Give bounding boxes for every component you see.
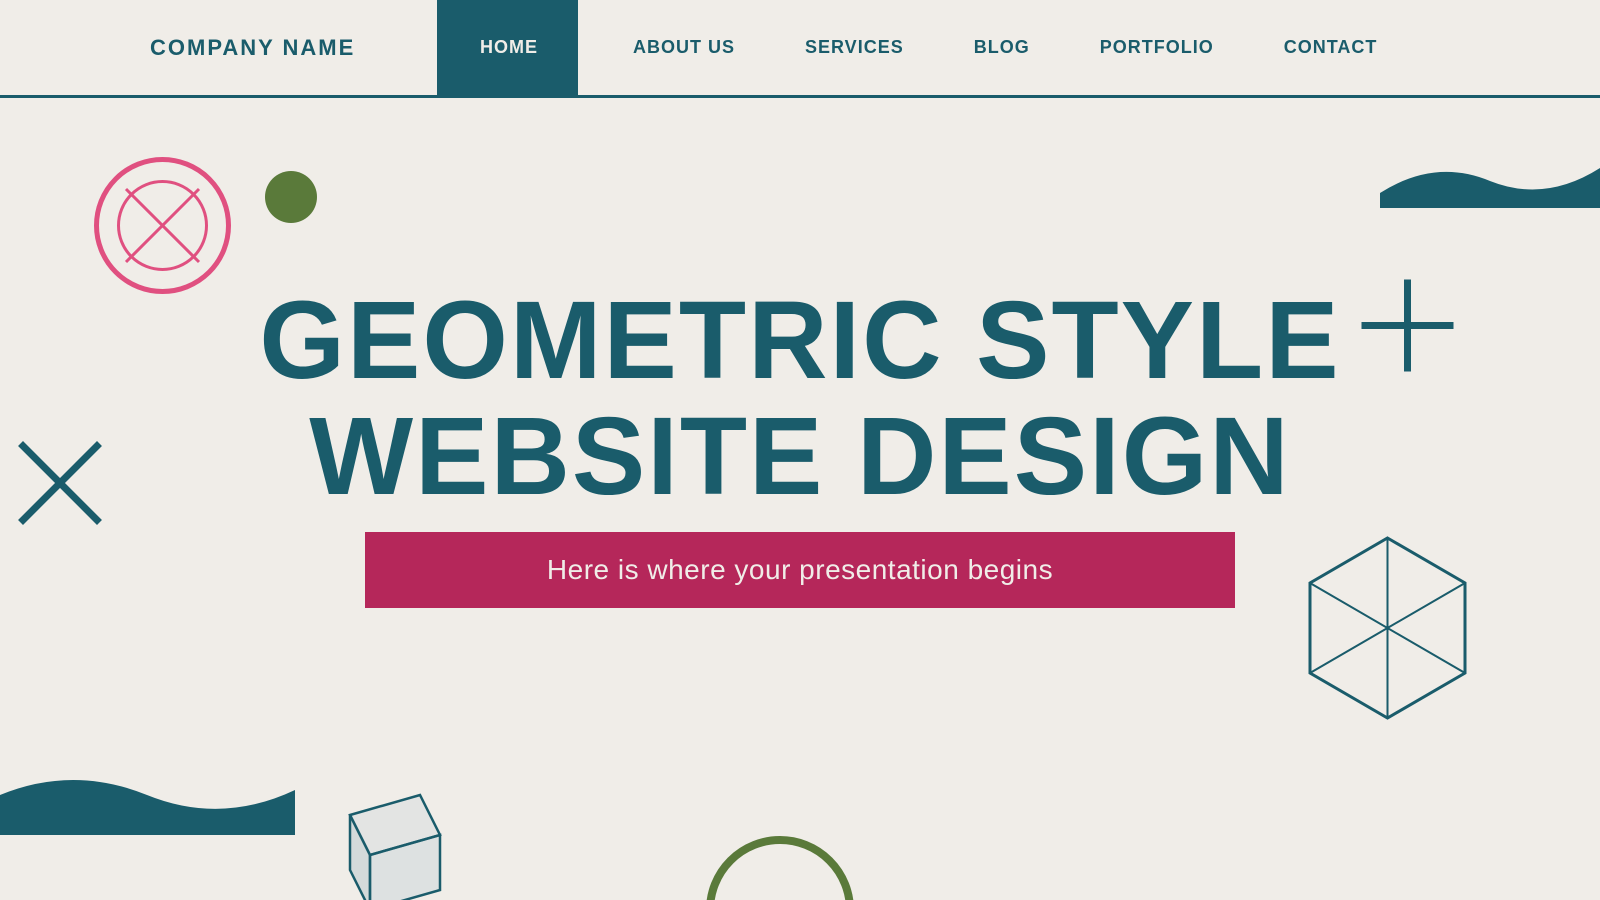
company-name-text: COMPANY NAME — [150, 35, 355, 61]
subtitle-text: Here is where your presentation begins — [547, 554, 1053, 585]
nav-item-home[interactable]: HOME — [440, 0, 578, 95]
box-decoration — [320, 755, 450, 900]
company-name-area: COMPANY NAME — [110, 0, 440, 95]
nav-item-portfolio[interactable]: PORTFOLIO — [1065, 37, 1249, 58]
snowflake-icon — [30, 23, 80, 73]
hero-headline: GEOMETRIC STYLE WEBSITE DESIGN Here is w… — [0, 283, 1600, 608]
logo-area — [0, 0, 110, 95]
green-arc-decoration — [700, 755, 860, 900]
nav-item-contact[interactable]: CONTACT — [1249, 37, 1413, 58]
headline-line2: WEBSITE DESIGN — [0, 399, 1600, 515]
navigation: COMPANY NAME HOME ABOUT US SERVICES BLOG… — [0, 0, 1600, 98]
nav-home-label: HOME — [480, 37, 538, 58]
nav-item-blog[interactable]: BLOG — [939, 37, 1065, 58]
subtitle-bar: Here is where your presentation begins — [365, 532, 1235, 608]
nav-links-container: ABOUT US SERVICES BLOG PORTFOLIO CONTACT — [578, 0, 1600, 95]
circle-x-decoration — [90, 153, 235, 298]
wave-bottom-left-decoration — [0, 765, 295, 835]
nav-item-services[interactable]: SERVICES — [770, 37, 939, 58]
wave-top-right-decoration — [1380, 153, 1600, 208]
nav-item-about[interactable]: ABOUT US — [598, 37, 770, 58]
headline-line1: GEOMETRIC STYLE — [0, 283, 1600, 399]
main-content: GEOMETRIC STYLE WEBSITE DESIGN Here is w… — [0, 98, 1600, 900]
green-dot-decoration — [265, 171, 317, 223]
